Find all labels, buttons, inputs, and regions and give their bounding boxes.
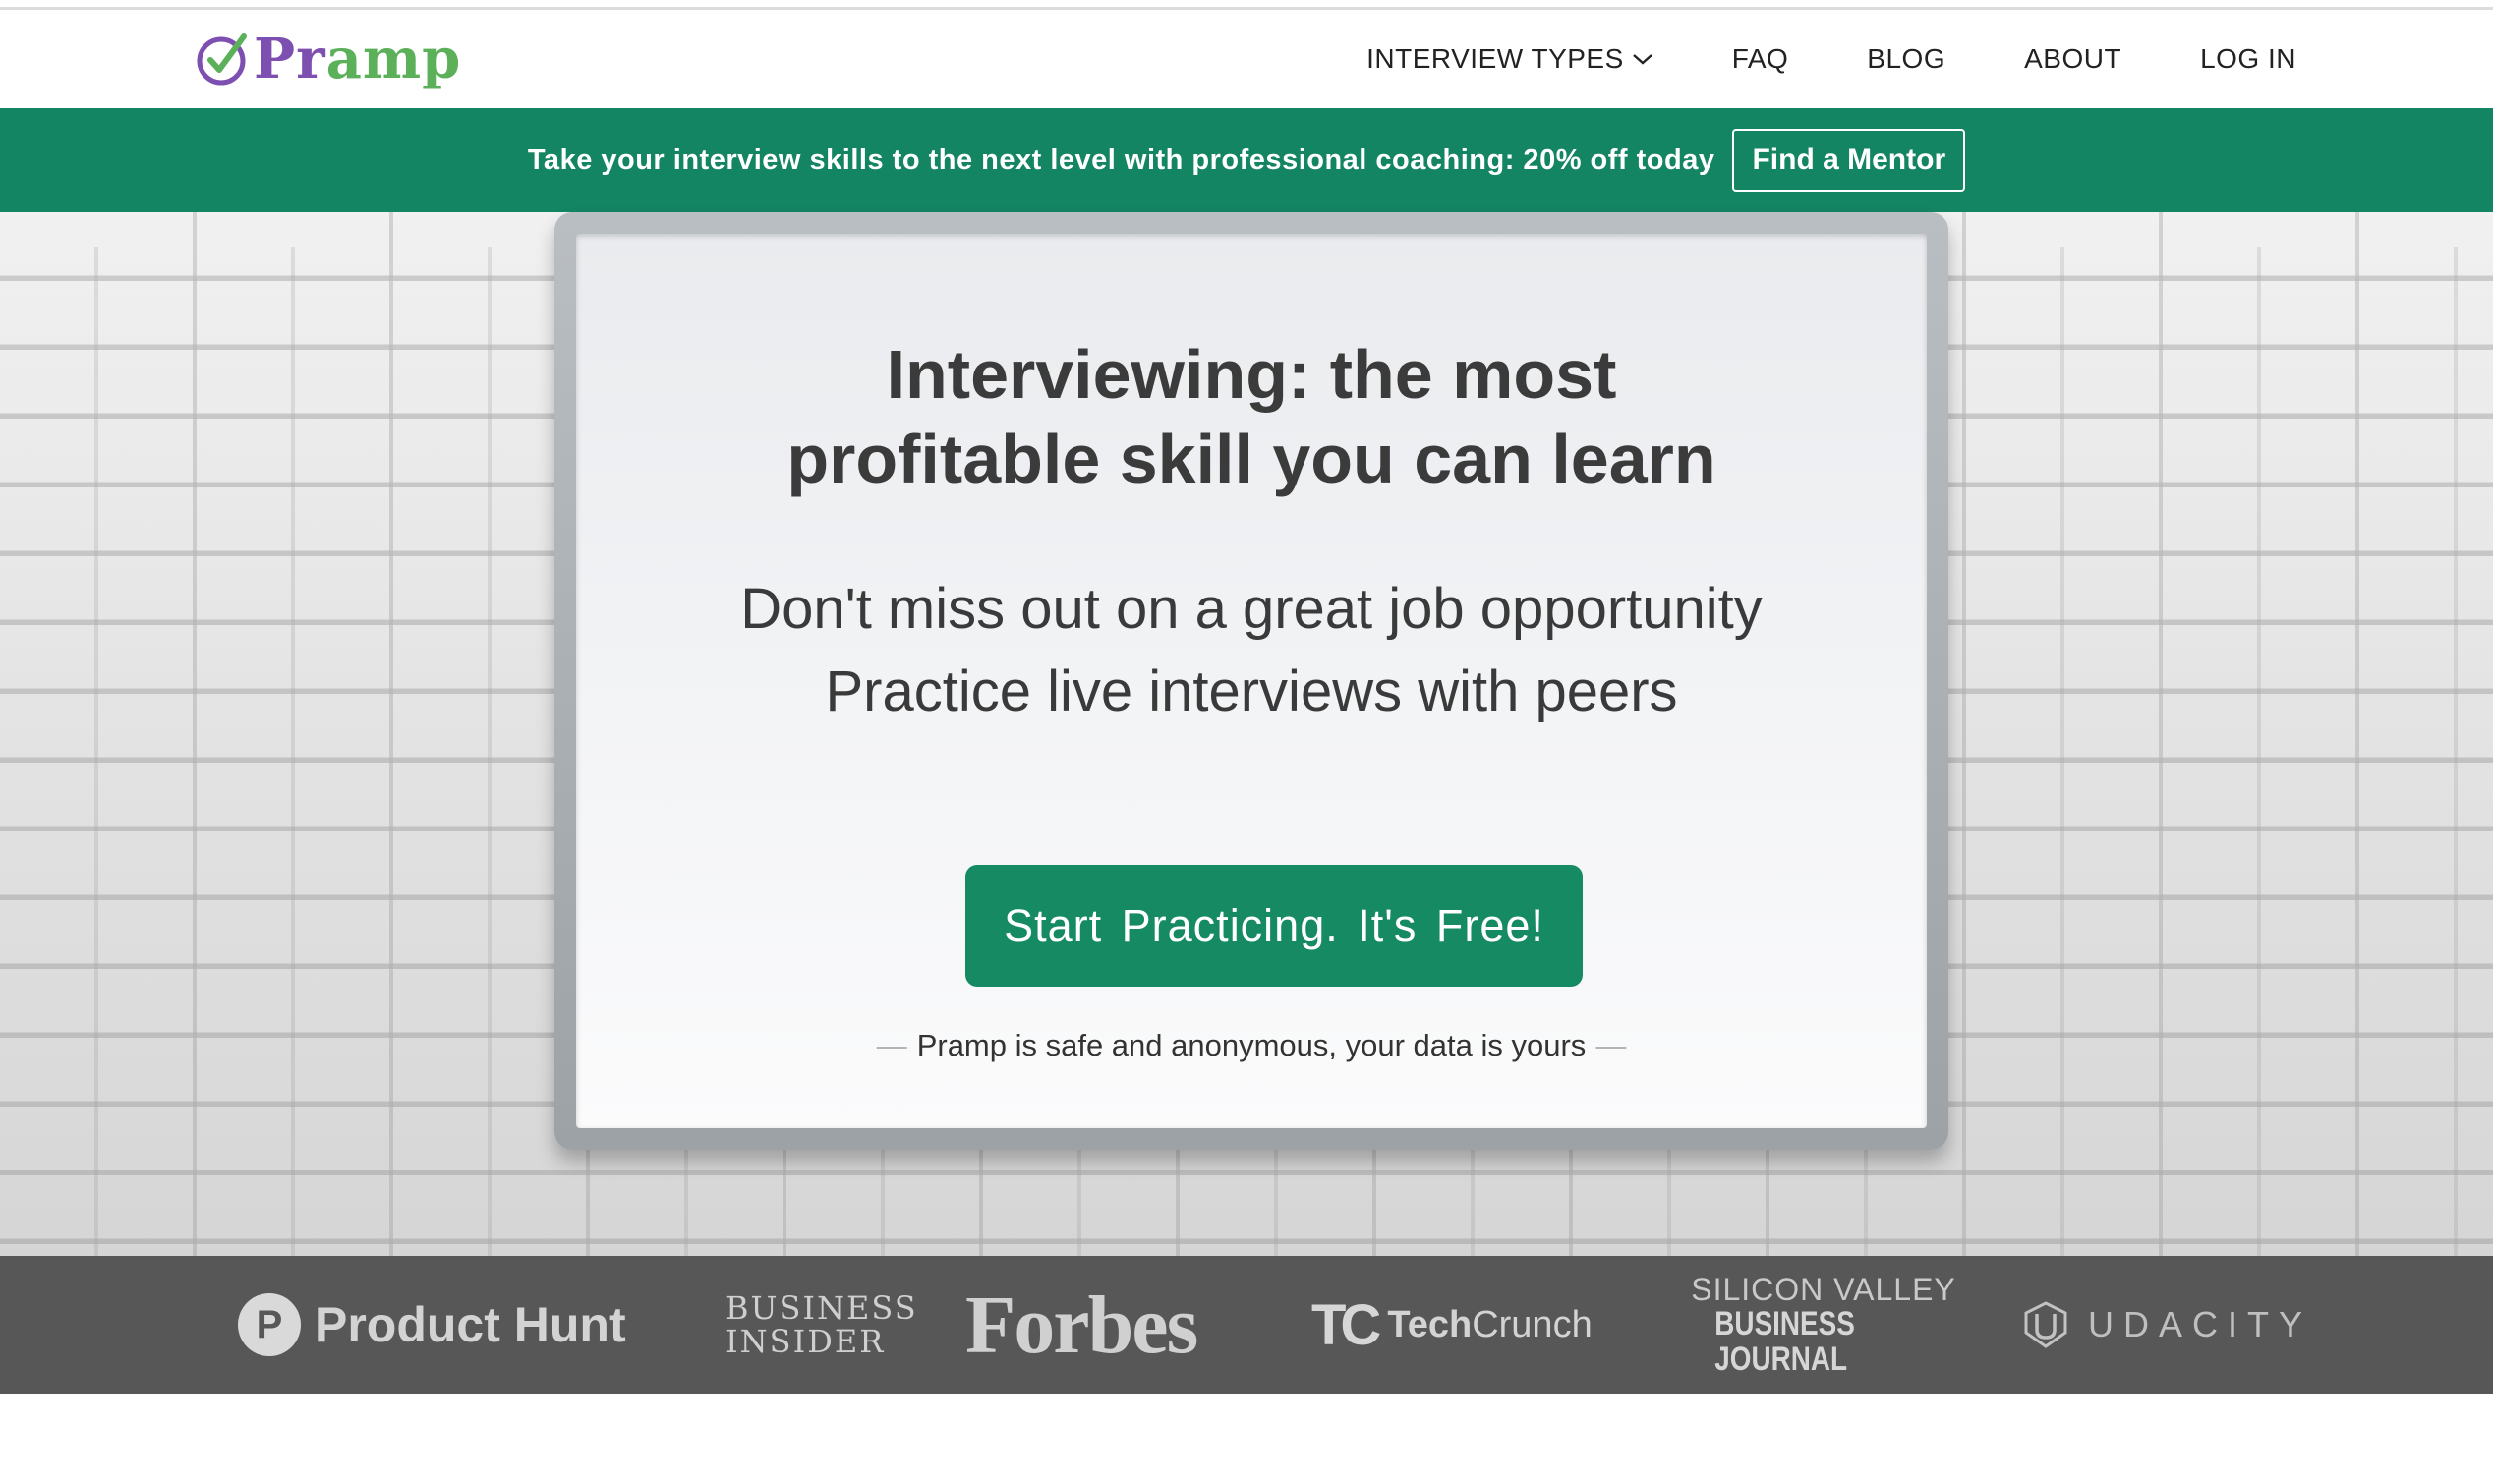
chevron-down-icon bbox=[1632, 54, 1652, 65]
hero-subtitle-line2: Practice live interviews with peers bbox=[825, 659, 1678, 723]
techcrunch-icon: TC bbox=[1311, 1292, 1381, 1357]
privacy-note-dash-right: — bbox=[1595, 1028, 1627, 1062]
logo-wordmark: Pramp bbox=[254, 31, 461, 86]
forbes-text: Forbes bbox=[965, 1279, 1198, 1371]
top-navbar: Pramp INTERVIEW TYPES FAQ BLOG ABOUT LOG… bbox=[0, 10, 2493, 108]
nav-about[interactable]: ABOUT bbox=[2024, 43, 2121, 75]
nav-interview-types[interactable]: INTERVIEW TYPES bbox=[1366, 43, 1653, 75]
hero-subtitle: Don't miss out on a great job opportunit… bbox=[576, 568, 1927, 733]
privacy-note-dash-left: — bbox=[876, 1028, 907, 1062]
promo-banner: Take your interview skills to the next l… bbox=[0, 108, 2493, 212]
logo-wordmark-part1: Pr bbox=[254, 27, 326, 91]
hero-title: Interviewing: the most profitable skill … bbox=[576, 332, 1927, 501]
product-hunt-text: Product Hunt bbox=[315, 1297, 626, 1352]
hero-title-line2: profitable skill you can learn bbox=[786, 421, 1716, 497]
hero-subtitle-line1: Don't miss out on a great job opportunit… bbox=[740, 577, 1763, 641]
business-insider-line2: INSIDER bbox=[725, 1323, 886, 1360]
techcrunch-text: TechCrunch bbox=[1387, 1304, 1592, 1346]
whiteboard-frame: Interviewing: the most profitable skill … bbox=[554, 212, 1948, 1150]
find-mentor-button[interactable]: Find a Mentor bbox=[1732, 129, 1966, 192]
nav-blog[interactable]: BLOG bbox=[1867, 43, 1945, 75]
hero-title-line1: Interviewing: the most bbox=[886, 336, 1617, 413]
checkmark-circle-icon bbox=[197, 33, 247, 86]
udacity-logo: UDACITY bbox=[2021, 1256, 2312, 1394]
browser-top-border bbox=[0, 0, 2493, 10]
product-hunt-icon: P bbox=[238, 1293, 301, 1356]
udacity-text: UDACITY bbox=[2088, 1304, 2313, 1344]
nav-links: INTERVIEW TYPES FAQ BLOG ABOUT LOG IN bbox=[1288, 10, 2296, 108]
business-insider-line1: BUSINESS bbox=[725, 1289, 918, 1327]
business-insider-logo: BUSINESS INSIDER bbox=[725, 1256, 918, 1394]
nav-faq[interactable]: FAQ bbox=[1732, 43, 1789, 75]
pramp-logo[interactable]: Pramp bbox=[195, 28, 461, 90]
press-logos-bar: P Product Hunt BUSINESS INSIDER Forbes T… bbox=[0, 1256, 2493, 1394]
start-practicing-button[interactable]: Start Practicing. It's Free! bbox=[965, 865, 1583, 987]
forbes-logo: Forbes bbox=[965, 1256, 1198, 1394]
svbj-logo: SILICON VALLEY BUSINESS JOURNAL bbox=[1691, 1256, 1956, 1394]
techcrunch-logo: TC TechCrunch bbox=[1311, 1256, 1593, 1394]
nav-interview-types-label: INTERVIEW TYPES bbox=[1366, 43, 1624, 74]
whiteboard-surface: Interviewing: the most profitable skill … bbox=[576, 234, 1927, 1128]
svbj-line2: BUSINESS JOURNAL bbox=[1714, 1305, 1855, 1378]
udacity-icon bbox=[2024, 1301, 2067, 1348]
privacy-note-text: Pramp is safe and anonymous, your data i… bbox=[916, 1028, 1587, 1062]
nav-log-in[interactable]: LOG IN bbox=[2200, 43, 2296, 75]
techcrunch-text-crunch: Crunch bbox=[1472, 1303, 1593, 1345]
techcrunch-text-tech: Tech bbox=[1387, 1303, 1473, 1345]
promo-text: Take your interview skills to the next l… bbox=[527, 143, 1715, 176]
svbj-line1: SILICON VALLEY bbox=[1691, 1272, 1956, 1307]
logo-wordmark-part2: amp bbox=[325, 27, 462, 91]
product-hunt-logo: P Product Hunt bbox=[238, 1256, 626, 1394]
privacy-note: — Pramp is safe and anonymous, your data … bbox=[576, 1028, 1927, 1063]
